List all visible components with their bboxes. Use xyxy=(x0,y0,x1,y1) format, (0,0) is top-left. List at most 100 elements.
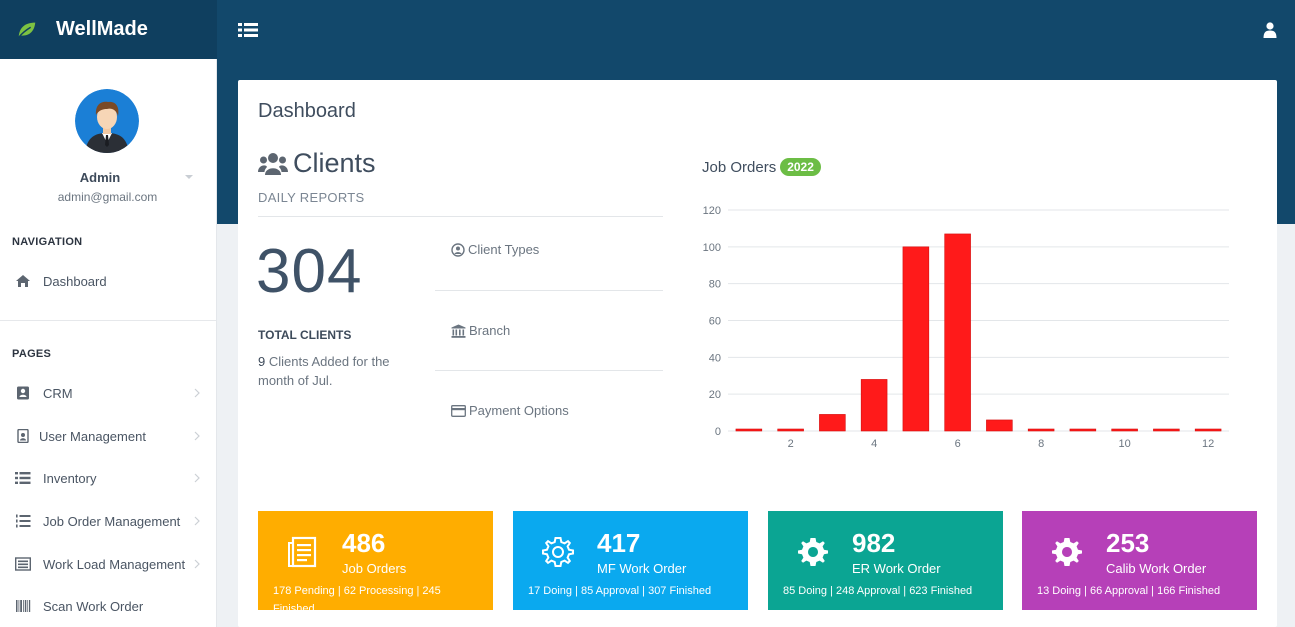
divider xyxy=(435,290,663,291)
sidebar-item-dashboard[interactable]: Dashboard xyxy=(0,261,216,301)
bar xyxy=(902,246,930,432)
x-tick-label: 10 xyxy=(1119,438,1131,450)
clients-added-text: 9 Clients Added for the month of Jul. xyxy=(258,352,418,390)
sidebar: Admin admin@gmail.com NAVIGATION Dashboa… xyxy=(0,59,217,627)
x-tick-label: 2 xyxy=(788,438,794,450)
client-types-link[interactable]: Client Types xyxy=(451,242,539,257)
chevron-down-icon[interactable] xyxy=(184,173,194,181)
sidebar-item-work-load-management[interactable]: Work Load Management xyxy=(0,544,216,584)
chevron-right-icon xyxy=(194,559,200,569)
navigation-heading: NAVIGATION xyxy=(12,236,83,248)
tasks-icon xyxy=(15,557,31,571)
y-tick-label: 0 xyxy=(715,426,721,438)
user-badge-icon xyxy=(17,429,29,443)
user-menu-icon[interactable] xyxy=(1263,22,1277,38)
clients-heading: Clients xyxy=(258,148,376,179)
users-icon xyxy=(258,152,288,175)
sidebar-item-scan-work-order[interactable]: Scan Work Order xyxy=(0,586,216,626)
home-icon xyxy=(16,275,30,287)
ordered-list-icon xyxy=(16,514,31,528)
bar xyxy=(819,414,846,432)
chart-title: Job Orders 2022 xyxy=(702,158,821,176)
clients-title: Clients xyxy=(293,148,376,178)
brand[interactable]: WellMade xyxy=(0,0,217,59)
sidebar-item-job-order-management[interactable]: Job Order Management xyxy=(0,501,216,541)
x-tick-label: 6 xyxy=(955,438,961,450)
bar xyxy=(1111,428,1138,432)
document-icon xyxy=(288,536,317,568)
contact-card-icon xyxy=(17,386,29,400)
stat-label: MF Work Order xyxy=(597,561,687,576)
stat-value: 486 xyxy=(342,528,386,558)
chevron-right-icon xyxy=(194,431,200,441)
total-clients-value: 304 xyxy=(256,237,363,306)
bar xyxy=(1027,428,1055,432)
y-tick-label: 120 xyxy=(703,205,721,217)
user-circle-icon xyxy=(451,242,465,257)
bar xyxy=(860,379,888,432)
sidebar-item-label: Job Order Management xyxy=(43,513,181,529)
sidebar-item-label: User Management xyxy=(39,428,146,444)
stat-label: Job Orders xyxy=(342,561,407,576)
bar xyxy=(1153,428,1180,432)
sidebar-item-user-management[interactable]: User Management xyxy=(0,416,216,456)
client-types-label: Client Types xyxy=(468,242,540,257)
mf-work-order-stat[interactable]: 417 MF Work Order 17 Doing | 85 Approval… xyxy=(513,511,748,610)
daily-reports-label: DAILY REPORTS xyxy=(258,190,365,205)
sidebar-item-label: CRM xyxy=(43,385,73,401)
divider xyxy=(258,216,663,217)
bar xyxy=(1194,428,1222,432)
gear-outline-icon xyxy=(542,537,574,567)
branch-label: Branch xyxy=(469,323,511,338)
dashboard-card: Dashboard Clients DAILY REPORTS 304 TOTA… xyxy=(238,80,1277,627)
barcode-icon xyxy=(16,600,31,612)
chevron-right-icon xyxy=(194,516,200,526)
stat-detail: 178 Pending | 62 Processing | 245 Finish… xyxy=(273,585,441,615)
gear-icon xyxy=(1052,538,1082,566)
y-tick-label: 40 xyxy=(709,352,721,364)
y-tick-label: 80 xyxy=(709,279,721,291)
branch-link[interactable]: Branch xyxy=(451,323,510,338)
job-orders-stat[interactable]: 486 Job Orders 178 Pending | 62 Processi… xyxy=(258,511,493,615)
stat-detail: 13 Doing | 66 Approval | 166 Finished xyxy=(1037,585,1221,597)
bar xyxy=(1069,428,1097,432)
stat-value: 417 xyxy=(597,528,641,558)
stat-value: 982 xyxy=(852,528,896,558)
stat-detail: 17 Doing | 85 Approval | 307 Finished xyxy=(528,585,712,597)
sidebar-item-inventory[interactable]: Inventory xyxy=(0,458,216,498)
bar xyxy=(777,428,804,432)
pages-heading: PAGES xyxy=(12,348,52,360)
payment-options-label: Payment Options xyxy=(469,403,569,418)
sidebar-item-crm[interactable]: CRM xyxy=(0,373,216,413)
brand-name: WellMade xyxy=(56,18,148,40)
page-title: Dashboard xyxy=(258,100,356,122)
list-icon xyxy=(15,472,31,484)
stat-label: ER Work Order xyxy=(852,561,941,576)
total-clients-label: TOTAL CLIENTS xyxy=(258,328,352,342)
bar xyxy=(944,233,971,432)
sidebar-divider xyxy=(0,320,216,321)
payment-options-link[interactable]: Payment Options xyxy=(451,403,569,418)
sidebar-item-label: Work Load Management xyxy=(43,556,186,572)
bar xyxy=(735,428,763,432)
user-email: admin@gmail.com xyxy=(57,190,158,204)
y-tick-label: 20 xyxy=(709,389,721,401)
calib-work-order-stat[interactable]: 253 Calib Work Order 13 Doing | 66 Appro… xyxy=(1022,511,1257,610)
y-tick-label: 100 xyxy=(703,242,721,254)
user-name: Admin xyxy=(79,170,121,185)
sidebar-item-label: Dashboard xyxy=(43,273,107,289)
leaf-logo-icon xyxy=(18,22,36,38)
chart-title-text: Job Orders xyxy=(702,158,777,176)
stat-detail: 85 Doing | 248 Approval | 623 Finished xyxy=(783,585,973,597)
bar xyxy=(986,419,1013,432)
er-work-order-stat[interactable]: 982 ER Work Order 85 Doing | 248 Approva… xyxy=(768,511,1003,610)
gear-icon xyxy=(798,538,828,566)
credit-card-icon xyxy=(451,404,466,417)
avatar[interactable] xyxy=(75,89,139,153)
stat-value: 253 xyxy=(1106,528,1150,558)
sidebar-item-label: Inventory xyxy=(43,470,97,486)
sidebar-item-label: Scan Work Order xyxy=(43,598,144,614)
x-tick-label: 8 xyxy=(1038,438,1044,450)
clients-added-suffix: Clients Added for the month of Jul. xyxy=(258,354,390,388)
menu-toggle-icon[interactable] xyxy=(238,22,258,38)
